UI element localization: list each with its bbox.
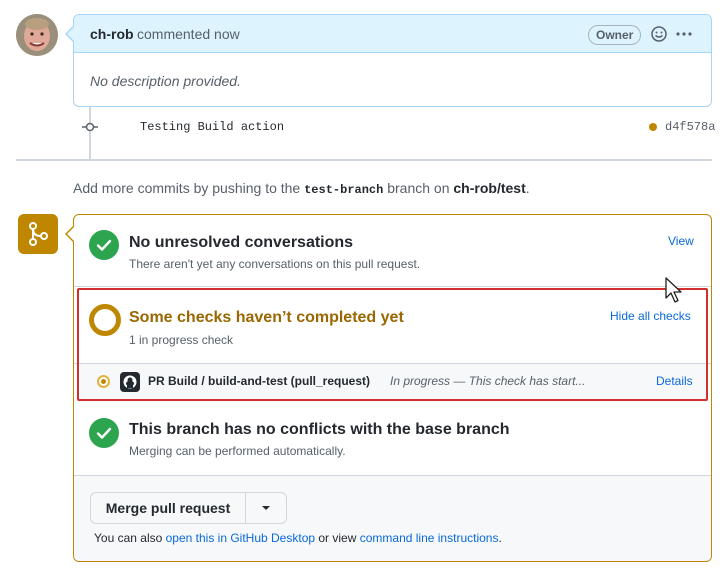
view-conversations-link[interactable]: View (668, 234, 694, 248)
check-icon (89, 230, 119, 260)
comment-header: ch-rob commented now Owner (74, 15, 711, 53)
check-icon (89, 418, 119, 448)
section-separator (74, 286, 711, 287)
comment-pointer-fill (67, 27, 74, 41)
footer-suffix: . (498, 531, 502, 545)
conflicts-subtitle: Merging can be performed automatically. (129, 444, 346, 458)
merge-box-pointer-fill (67, 227, 74, 241)
timeline-divider (16, 159, 712, 161)
merge-footer-note: You can also open this in GitHub Desktop… (94, 531, 502, 545)
command-line-instructions-link[interactable]: command line instructions (360, 531, 499, 545)
merge-method-dropdown[interactable] (246, 493, 286, 523)
repo-name: ch-rob/test (453, 180, 526, 196)
push-hint-prefix: Add more commits by pushing to the (73, 180, 305, 196)
conversations-title: No unresolved conversations (129, 234, 354, 251)
commit-status-dot[interactable] (649, 123, 657, 131)
merge-button-group: Merge pull request (90, 492, 287, 524)
footer-prefix: You can also (94, 531, 166, 545)
conflicts-title: This branch has no conflicts with the ba… (129, 421, 510, 438)
conversations-subtitle: There aren't yet any conversations on th… (129, 257, 421, 271)
smiley-icon[interactable] (650, 25, 668, 43)
owner-badge: Owner (588, 25, 642, 45)
git-commit-icon (82, 120, 98, 134)
comment-author[interactable]: ch-rob (90, 26, 134, 42)
triangle-down-icon (262, 506, 270, 510)
comment-timestamp: commented now (137, 26, 240, 42)
merge-status-icon (18, 214, 58, 254)
branch-name: test-branch (304, 183, 384, 197)
author-avatar[interactable] (16, 14, 58, 56)
commit-sha[interactable]: d4f578a (665, 120, 715, 134)
push-hint-suffix: . (525, 180, 530, 196)
merge-pull-request-button[interactable]: Merge pull request (91, 493, 246, 523)
push-hint-middle: branch on (383, 180, 454, 196)
comment-box: ch-rob commented now Owner No descriptio… (73, 14, 712, 107)
highlight-annotation (77, 288, 708, 401)
push-hint: Add more commits by pushing to the test-… (73, 180, 530, 197)
open-in-desktop-link[interactable]: open this in GitHub Desktop (166, 531, 315, 545)
mouse-cursor-icon (664, 276, 686, 304)
comment-body: No description provided. (90, 73, 241, 89)
footer-middle: or view (315, 531, 360, 545)
commit-message[interactable]: Testing Build action (140, 120, 284, 134)
kebab-horizontal-icon[interactable] (675, 25, 693, 43)
git-merge-icon (29, 222, 48, 246)
